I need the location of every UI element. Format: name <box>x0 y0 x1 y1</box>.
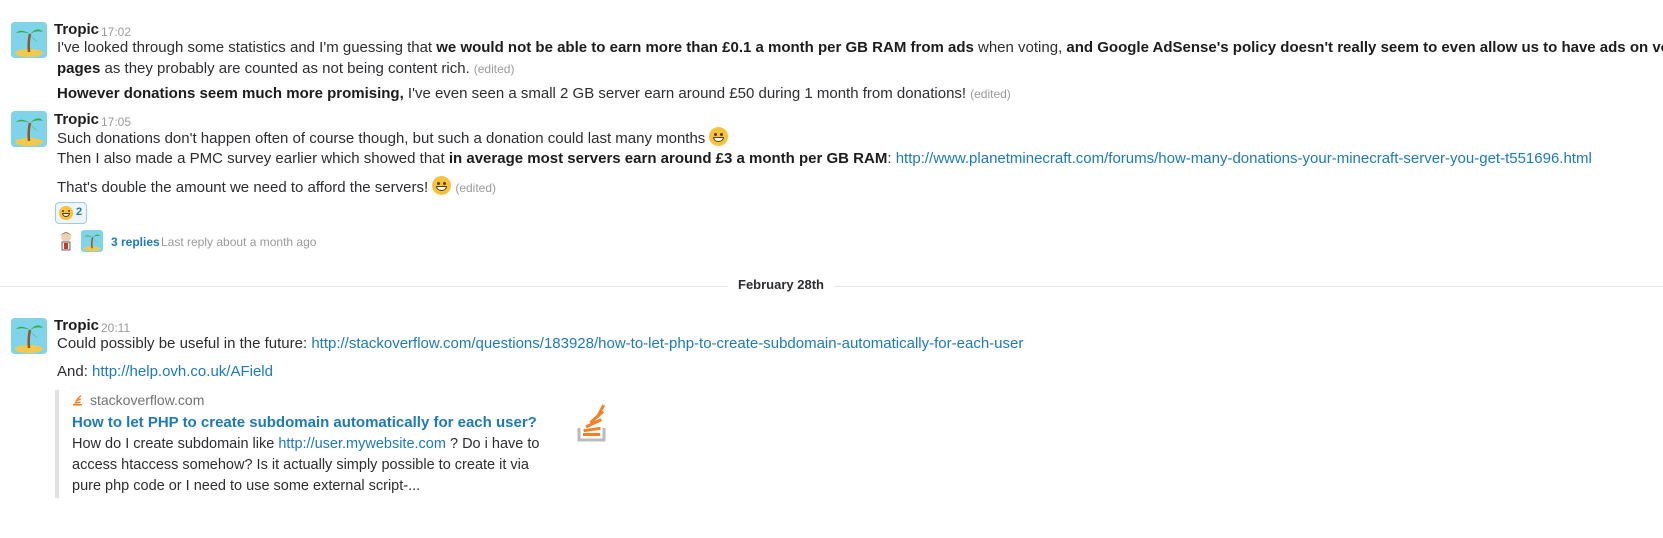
stackoverflow-logo-icon[interactable] <box>576 404 610 444</box>
participant-avatar <box>55 230 77 252</box>
message-text: Such donations don't happen often of cou… <box>57 127 729 150</box>
date-divider-label: February 28th <box>728 277 834 292</box>
message-text: Then I also made a PMC survey earlier wh… <box>57 150 1592 167</box>
link[interactable]: http://www.planetminecraft.com/forums/ho… <box>896 150 1592 167</box>
preview-site: stackoverflow.com <box>72 392 204 408</box>
preview-title-link[interactable]: How to let PHP to create subdomain autom… <box>72 414 537 431</box>
message-text: And: http://help.ovh.co.uk/AField <box>57 363 273 380</box>
edited-label: (edited) <box>473 62 515 76</box>
message-text: However donations seem much more promisi… <box>57 85 1011 102</box>
avatar[interactable] <box>11 22 47 58</box>
replies-link[interactable]: 3 replies <box>111 235 160 249</box>
avatar[interactable] <box>11 111 47 147</box>
edited-label: (edited) <box>455 181 497 195</box>
stackoverflow-icon <box>73 395 82 406</box>
reaction-count: 2 <box>76 206 83 218</box>
preview-description: How do I create subdomain like http://us… <box>72 436 540 494</box>
message-text: Could possibly be useful in the future: … <box>57 335 1024 352</box>
author-name[interactable]: Tropic <box>54 21 99 38</box>
link-preview: stackoverflow.com How to let PHP to crea… <box>55 390 619 498</box>
message-text: I've looked through some statistics and … <box>57 39 1663 56</box>
participant-avatar <box>81 230 103 252</box>
link[interactable]: http://help.ovh.co.uk/AField <box>92 363 273 380</box>
avatar[interactable] <box>11 318 47 354</box>
grinning-emoji <box>432 176 452 195</box>
grinning-emoji <box>59 206 73 220</box>
link[interactable]: http://stackoverflow.com/questions/18392… <box>311 335 1023 352</box>
reaction-button[interactable]: 2 <box>55 202 87 224</box>
author-name[interactable]: Tropic <box>54 317 99 334</box>
link[interactable]: http://user.mywebsite.com <box>278 436 446 452</box>
edited-label: (edited) <box>970 87 1011 101</box>
message-text: pages as they probably are counted as no… <box>57 60 515 77</box>
grinning-emoji <box>709 127 729 146</box>
author-name[interactable]: Tropic <box>54 111 99 128</box>
last-reply-text: Last reply about a month ago <box>161 235 317 249</box>
message-text: That's double the amount we need to affo… <box>57 176 496 199</box>
